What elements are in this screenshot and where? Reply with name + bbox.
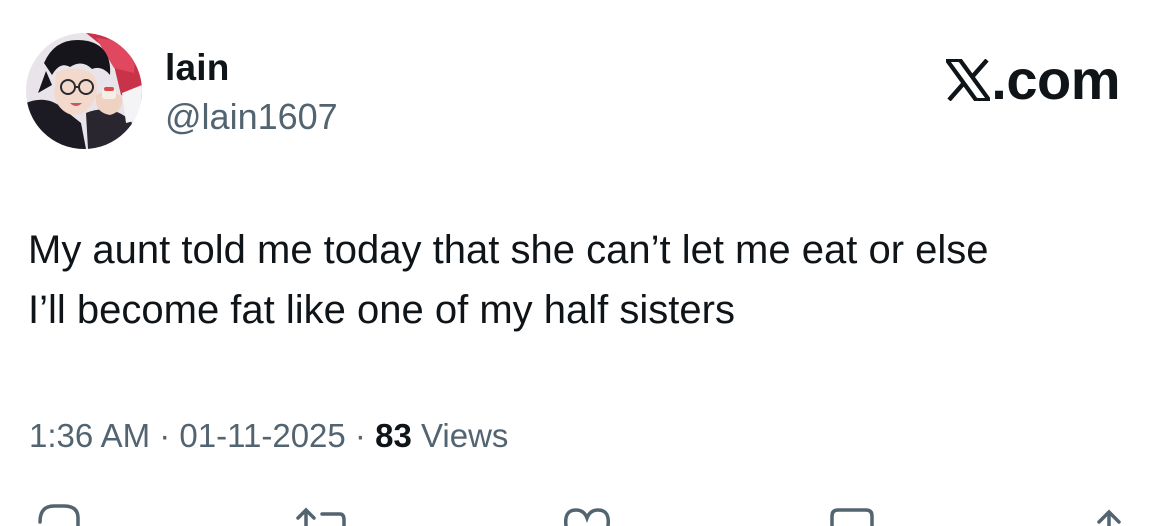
tweet-body-text: My aunt told me today that she can’t let… (28, 228, 989, 332)
views-label: Views (411, 417, 509, 454)
action-bar (0, 496, 1170, 526)
tweet-meta: 1:36 AM · 01-11-2025 · 83 Views (29, 414, 508, 458)
reply-icon[interactable] (36, 496, 82, 526)
avatar-image (26, 33, 142, 149)
tweet-time[interactable]: 1:36 AM (29, 417, 150, 454)
heart-icon[interactable] (562, 496, 612, 526)
meta-separator: · (150, 417, 180, 454)
author-info: lain @lain1607 (165, 46, 338, 139)
brand-watermark: .com (946, 49, 1120, 111)
display-name[interactable]: lain (165, 46, 338, 90)
retweet-icon[interactable] (292, 496, 352, 526)
bookmark-icon[interactable] (828, 496, 876, 526)
views-count: 83 (375, 417, 412, 454)
tweet-card: lain @lain1607 .com My aunt told me toda… (0, 0, 1170, 526)
user-handle[interactable]: @lain1607 (165, 95, 338, 139)
tweet-date[interactable]: 01-11-2025 (179, 417, 345, 454)
share-icon[interactable] (1094, 496, 1124, 526)
avatar[interactable] (26, 33, 142, 149)
meta-separator: · (345, 417, 376, 454)
brand-domain-text: .com (991, 48, 1120, 111)
x-logo-icon (946, 59, 991, 101)
